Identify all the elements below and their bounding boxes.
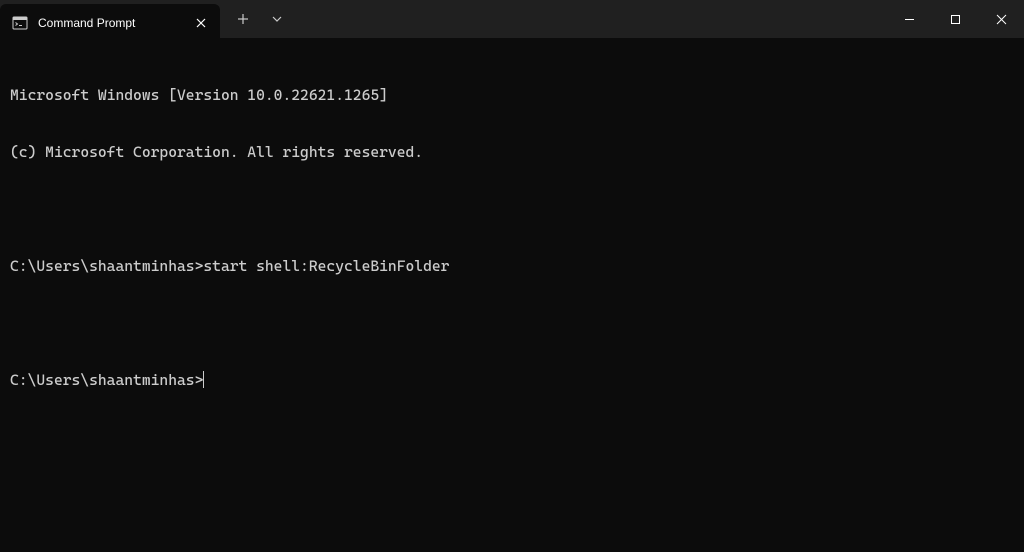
tab-dropdown-button[interactable] xyxy=(260,0,294,38)
window-controls xyxy=(886,0,1024,38)
command-text: start shell:RecycleBinFolder xyxy=(203,257,449,275)
terminal-area[interactable]: Microsoft Windows [Version 10.0.22621.12… xyxy=(0,38,1024,419)
terminal-line: C:\Users\shaantminhas> xyxy=(10,371,1014,390)
prompt-text: C:\Users\shaantminhas> xyxy=(10,371,203,389)
terminal-line: C:\Users\shaantminhas>start shell:Recycl… xyxy=(10,257,1014,276)
terminal-icon xyxy=(12,15,28,31)
tab-command-prompt[interactable]: Command Prompt xyxy=(0,4,220,42)
titlebar: Command Prompt xyxy=(0,0,1024,38)
close-button[interactable] xyxy=(978,0,1024,38)
tab-close-button[interactable] xyxy=(192,14,210,32)
new-tab-button[interactable] xyxy=(226,0,260,38)
cursor-icon xyxy=(203,371,204,388)
tab-actions xyxy=(220,0,294,38)
terminal-blank-line xyxy=(10,314,1014,333)
terminal-blank-line xyxy=(10,200,1014,219)
terminal-line: Microsoft Windows [Version 10.0.22621.12… xyxy=(10,86,1014,105)
maximize-button[interactable] xyxy=(932,0,978,38)
minimize-button[interactable] xyxy=(886,0,932,38)
terminal-line: (c) Microsoft Corporation. All rights re… xyxy=(10,143,1014,162)
prompt-text: C:\Users\shaantminhas> xyxy=(10,257,203,275)
titlebar-drag-area[interactable] xyxy=(294,0,886,38)
tab-title: Command Prompt xyxy=(38,16,182,30)
